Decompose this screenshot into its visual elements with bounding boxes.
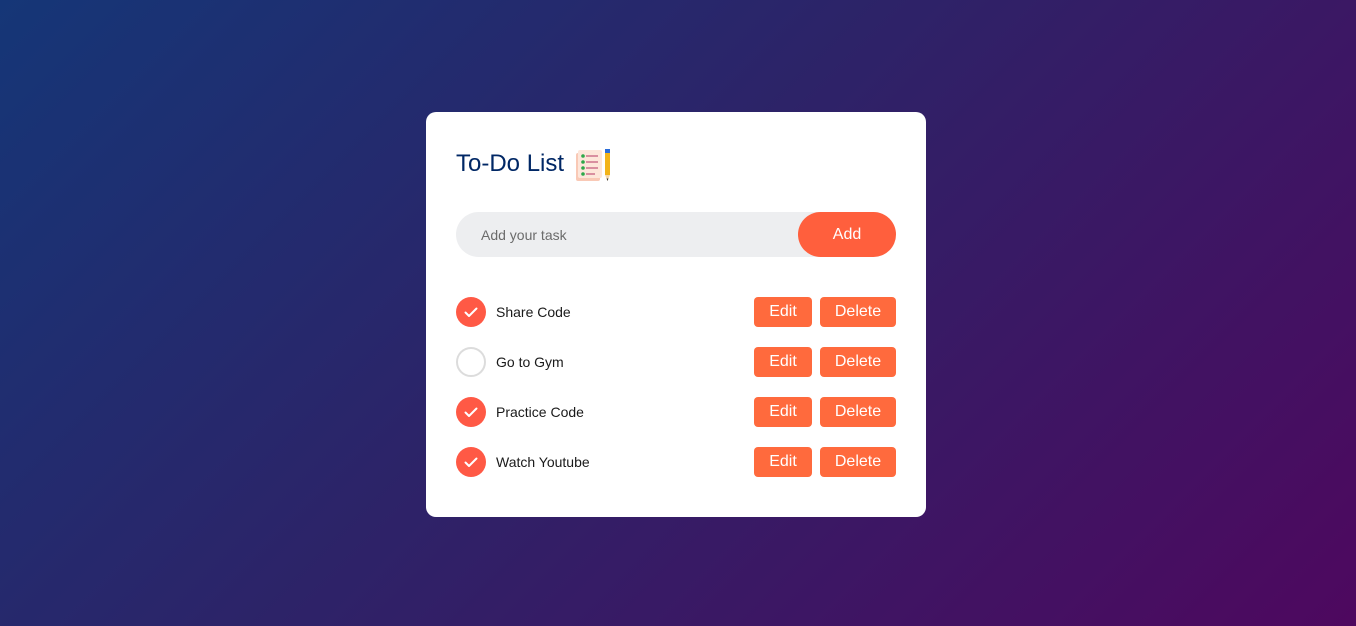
edit-button[interactable]: Edit xyxy=(754,447,812,477)
task-item: Watch Youtube Edit Delete xyxy=(456,447,896,477)
task-input[interactable] xyxy=(456,212,798,257)
delete-button[interactable]: Delete xyxy=(820,297,896,327)
edit-button[interactable]: Edit xyxy=(754,397,812,427)
task-checkbox[interactable] xyxy=(456,397,486,427)
task-checkbox[interactable] xyxy=(456,447,486,477)
task-label: Watch Youtube xyxy=(496,454,590,470)
add-button[interactable]: Add xyxy=(798,212,896,257)
task-label: Practice Code xyxy=(496,404,584,420)
add-task-row: Add xyxy=(456,212,896,257)
task-item: Practice Code Edit Delete xyxy=(456,397,896,427)
delete-button[interactable]: Delete xyxy=(820,447,896,477)
checkmark-icon xyxy=(464,307,478,317)
delete-button[interactable]: Delete xyxy=(820,397,896,427)
app-title-row: To-Do List xyxy=(456,146,614,182)
task-list: Share Code Edit Delete Go to Gym Edit De… xyxy=(456,297,896,497)
task-checkbox[interactable] xyxy=(456,347,486,377)
task-checkbox[interactable] xyxy=(456,297,486,327)
notepad-with-pencil-icon xyxy=(574,147,614,183)
todo-app-card: To-Do List Add your task Add Share Code … xyxy=(426,112,926,517)
page-title: To-Do List xyxy=(456,150,565,177)
task-item: Share Code Edit Delete xyxy=(456,297,896,327)
task-label: Share Code xyxy=(496,304,571,320)
edit-button[interactable]: Edit xyxy=(754,297,812,327)
edit-button[interactable]: Edit xyxy=(754,347,812,377)
task-item: Go to Gym Edit Delete xyxy=(456,347,896,377)
task-label: Go to Gym xyxy=(496,354,564,370)
checkmark-icon xyxy=(464,407,478,417)
checkmark-icon xyxy=(464,457,478,467)
delete-button[interactable]: Delete xyxy=(820,347,896,377)
